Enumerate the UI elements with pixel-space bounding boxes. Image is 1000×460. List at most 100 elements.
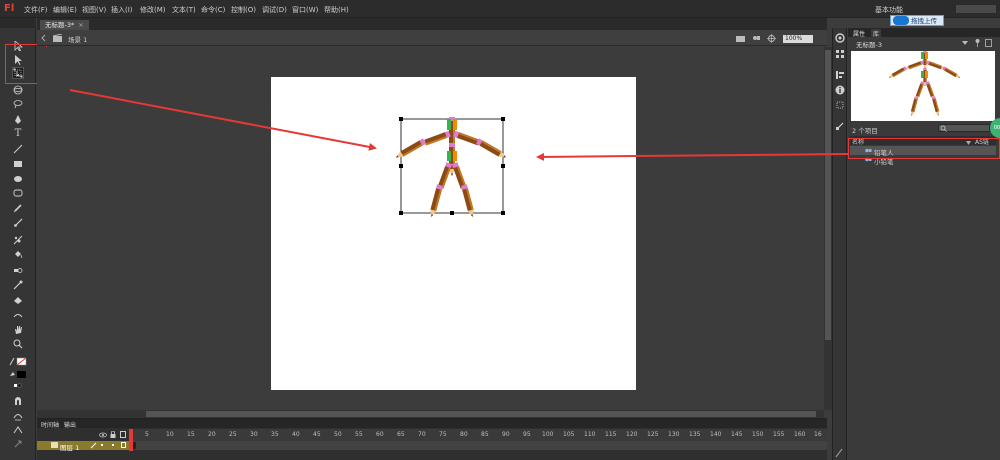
frame-number: 150: [752, 431, 764, 438]
edit-symbols-icon[interactable]: [752, 34, 761, 44]
playhead[interactable]: [129, 429, 133, 451]
layer-lock-dot[interactable]: [112, 444, 114, 446]
pencil-edit-icon[interactable]: [90, 442, 97, 451]
line-tool-icon[interactable]: [12, 143, 24, 155]
tab-properties[interactable]: 属性: [853, 29, 865, 38]
frame-number: 95: [523, 431, 531, 438]
outline-icon[interactable]: [120, 431, 126, 438]
width-tool-icon[interactable]: [12, 309, 24, 321]
hand-tool-icon[interactable]: [12, 324, 24, 336]
menu-modify[interactable]: 修改(M): [140, 5, 166, 15]
frame-number: 90: [502, 431, 510, 438]
pencil-tool-icon[interactable]: [12, 202, 24, 214]
snap-magnet-icon[interactable]: [12, 396, 24, 408]
chevron-down-icon[interactable]: [962, 40, 968, 48]
frames-row[interactable]: [130, 441, 827, 450]
tab-timeline[interactable]: 时间轴: [41, 420, 59, 429]
menu-control[interactable]: 控制(O): [231, 5, 256, 15]
transform-panel-icon[interactable]: [835, 100, 845, 110]
menu-window[interactable]: 窗口(W): [292, 5, 318, 15]
edit-scene-icon[interactable]: [736, 34, 745, 44]
menu-view[interactable]: 视图(V): [82, 5, 106, 15]
info-panel-icon[interactable]: [835, 85, 845, 95]
brush-edit-icon[interactable]: [835, 448, 843, 460]
lock-icon[interactable]: [110, 430, 116, 440]
lasso-tool-icon[interactable]: [12, 98, 24, 110]
library-item-count: 2 个项目: [852, 127, 878, 135]
frame-number: 120: [626, 431, 638, 438]
tab-library[interactable]: 库: [871, 29, 882, 38]
swap-colors-icon[interactable]: [12, 380, 24, 392]
straighten-icon[interactable]: [12, 424, 24, 436]
frame-number: 50: [334, 431, 342, 438]
brush-tool-icon[interactable]: [12, 217, 24, 229]
oval-tool-icon[interactable]: [12, 173, 24, 185]
align-panel-icon[interactable]: [835, 70, 845, 80]
swatches-panel-icon[interactable]: [835, 49, 845, 59]
deco-tool-icon[interactable]: [12, 234, 24, 246]
app-logo: Fl: [4, 3, 15, 14]
rectangle-tool-icon[interactable]: [12, 158, 24, 170]
menu-commands[interactable]: 命令(C): [201, 5, 225, 15]
pen-tool-icon[interactable]: [12, 114, 24, 126]
new-library-icon[interactable]: [985, 39, 992, 49]
search-icon: [940, 125, 947, 134]
layer-name[interactable]: 图层 1: [60, 442, 79, 452]
layer-visible-dot[interactable]: [101, 444, 103, 446]
horizontal-scroll-thumb[interactable]: [146, 411, 816, 417]
zoom-select[interactable]: 100%: [783, 35, 813, 43]
tab-output[interactable]: 输出: [64, 420, 76, 429]
frame-number: 140: [710, 431, 722, 438]
close-icon[interactable]: ×: [78, 21, 83, 29]
primitive-tool-icon[interactable]: [12, 187, 24, 199]
eraser-icon[interactable]: [12, 294, 24, 306]
components-panel-icon[interactable]: [835, 121, 845, 131]
frame-number: 80: [460, 431, 468, 438]
document-tab-bar: 无标题-3* ×: [37, 18, 827, 30]
pin-icon[interactable]: [974, 39, 981, 49]
menu-insert[interactable]: 插入(I): [111, 5, 133, 15]
stroke-color-icon[interactable]: [9, 355, 27, 367]
color-panel-icon[interactable]: [835, 33, 845, 43]
3d-rotation-tool-icon[interactable]: [12, 84, 24, 96]
flash-app-window: Fl 文件(F) 编辑(E) 视图(V) 插入(I) 修改(M) 文本(T) 命…: [0, 0, 1000, 460]
text-tool-icon[interactable]: T: [12, 128, 24, 140]
frame-number: 30: [250, 431, 258, 438]
cloud-upload-icon: [893, 16, 909, 25]
library-document-select[interactable]: 无标题-3: [856, 39, 882, 49]
back-arrow-icon[interactable]: [40, 34, 48, 44]
frame-number: 65: [397, 431, 405, 438]
menu-help[interactable]: 帮助(H): [324, 5, 349, 15]
paint-bucket-icon[interactable]: [12, 249, 24, 261]
frame-number: 110: [584, 431, 596, 438]
scene-label: 场景 1: [68, 36, 88, 44]
frame-number: 85: [481, 431, 489, 438]
rotate-icon[interactable]: [12, 438, 24, 450]
zoom-tool-icon[interactable]: [12, 338, 24, 350]
menu-debug[interactable]: 调试(D): [262, 5, 287, 15]
frame-number: 155: [773, 431, 785, 438]
frame-number: 160: [794, 431, 806, 438]
bone-tool-icon[interactable]: [12, 264, 24, 276]
document-tab[interactable]: 无标题-3* ×: [40, 20, 89, 30]
library-item-highlight: [848, 138, 1000, 159]
workspace-switcher[interactable]: 基本功能: [875, 5, 903, 15]
smooth-icon[interactable]: [12, 410, 24, 422]
help-search-input[interactable]: [955, 4, 997, 14]
layer-outline-box[interactable]: [121, 442, 126, 448]
frame-number: 5: [145, 431, 149, 438]
tools-panel-header: [0, 18, 36, 28]
eye-icon[interactable]: [99, 432, 107, 440]
menu-edit[interactable]: 编辑(E): [53, 5, 77, 15]
center-stage-icon[interactable]: [767, 34, 776, 45]
menu-text[interactable]: 文本(T): [172, 5, 196, 15]
pencil-man-symbol[interactable]: [271, 77, 636, 390]
vertical-scroll-thumb[interactable]: [825, 50, 831, 340]
menu-file[interactable]: 文件(F): [24, 5, 48, 15]
frame-number: 35: [271, 431, 279, 438]
frame-number: 45: [313, 431, 321, 438]
stage-canvas[interactable]: [271, 77, 636, 390]
frame-number: 10: [166, 431, 174, 438]
eyedropper-icon[interactable]: [12, 279, 24, 291]
fill-color-icon[interactable]: [9, 368, 27, 380]
